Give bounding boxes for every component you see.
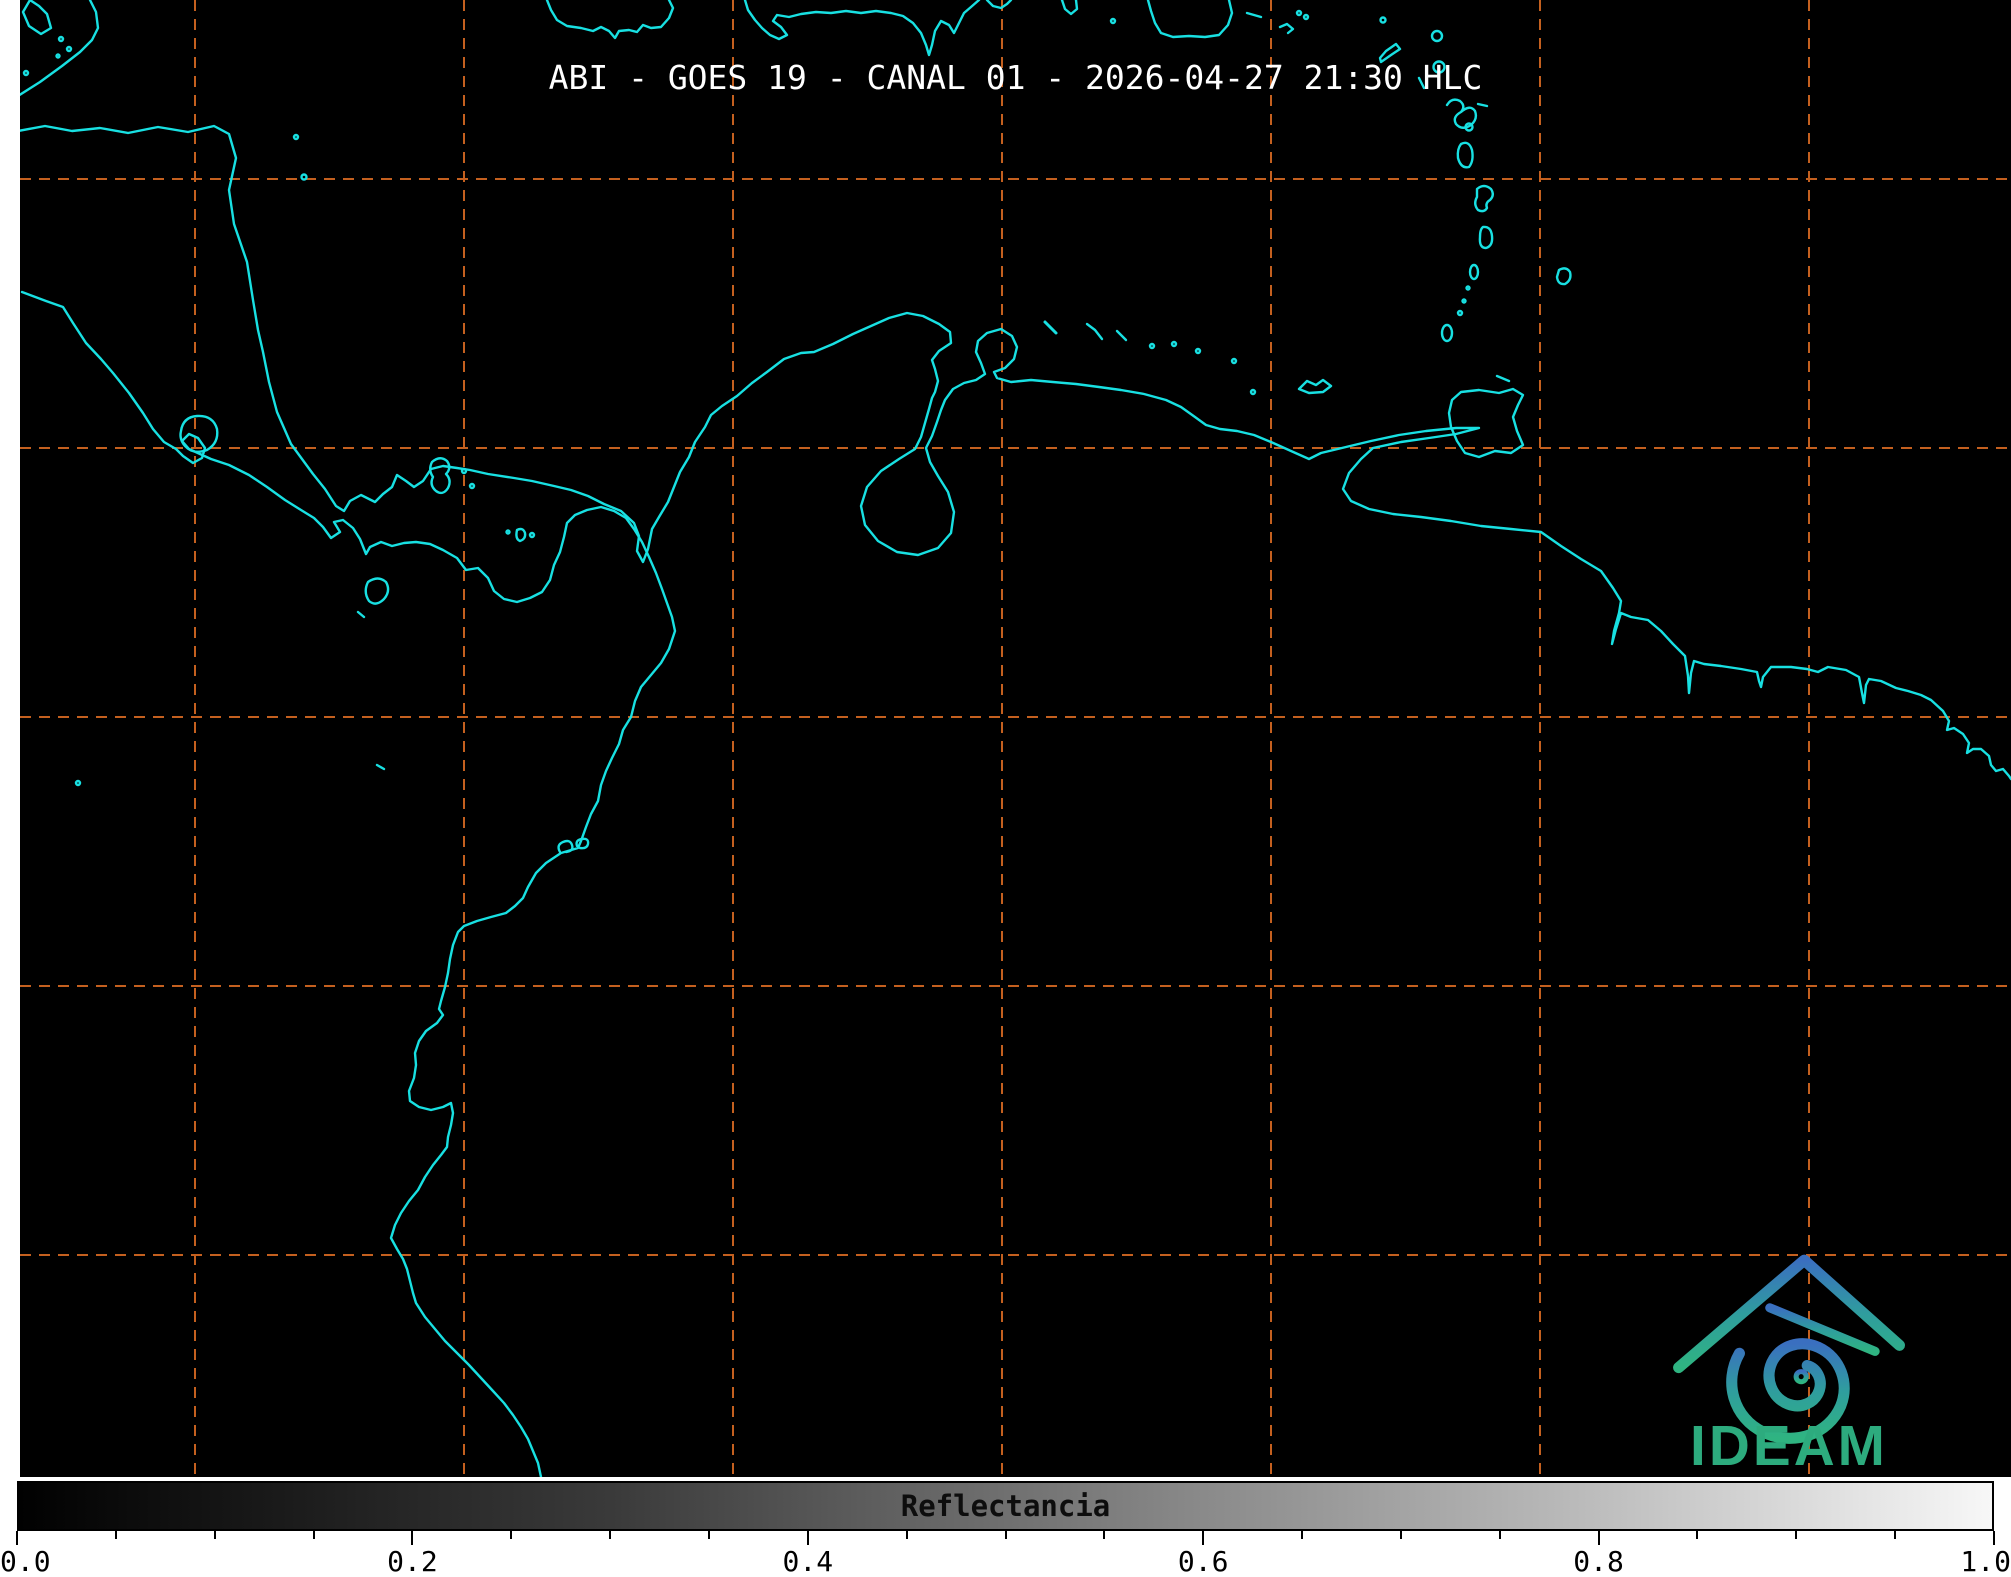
island-antigua (1432, 31, 1442, 41)
colorbar-minor-tick (1795, 1531, 1797, 1539)
map-canvas: ABI - GOES 19 - CANAL 01 - 2026-04-27 21… (20, 0, 2011, 1477)
ideam-logo: IDEAM (1658, 1244, 1916, 1477)
colorbar-minor-tick (1301, 1531, 1303, 1539)
island-barbados (1557, 268, 1570, 284)
colorbar-tick-label: 0.2 (387, 1545, 438, 1577)
island-puerto-rico (1062, 0, 1261, 37)
island-gorgona (377, 765, 384, 769)
colorbar-major-tick (807, 1531, 809, 1545)
colorbar-label: Reflectancia (19, 1483, 1992, 1529)
island-st-vincent (1470, 265, 1478, 279)
island-bonaire (1117, 331, 1126, 340)
island-grenada (1442, 325, 1452, 341)
island-curacao (1087, 324, 1102, 339)
island-aruba (1045, 322, 1056, 333)
logo-text: IDEAM (1690, 1415, 1888, 1477)
colorbar-major-tick (1202, 1531, 1204, 1545)
island-trinidad (1449, 389, 1523, 457)
coastline-pacific (22, 292, 675, 1477)
island-st-lucia (1480, 227, 1492, 248)
colorbar-minor-tick (1696, 1531, 1698, 1539)
colorbar-major-tick (411, 1531, 413, 1545)
colorbar-tick-label: 0.8 (1573, 1545, 1624, 1577)
island-margarita (1299, 380, 1331, 393)
colorbar-major-tick (16, 1531, 18, 1545)
island-malpelo (76, 781, 80, 785)
colorbar-minor-tick (1103, 1531, 1105, 1539)
island-coiba (358, 579, 388, 618)
colorbar-tick-label: 0.4 (783, 1545, 834, 1577)
colorbar-tick-label: 0.0 (0, 1545, 51, 1577)
island-martinique (1475, 186, 1493, 211)
colorbar-minor-tick (1400, 1531, 1402, 1539)
colorbar-minor-tick (1894, 1531, 1896, 1539)
island-hispaniola (745, 0, 1011, 55)
colorbar: Reflectancia (17, 1481, 1994, 1531)
colorbar-minor-tick (1499, 1531, 1501, 1539)
island-tobago (1497, 376, 1509, 381)
colorbar-minor-tick (708, 1531, 710, 1539)
colorbar-minor-tick (510, 1531, 512, 1539)
colorbar-major-tick (1598, 1531, 1600, 1545)
island-san-andres (302, 175, 307, 180)
lake-nicaragua (181, 416, 218, 452)
colorbar-tick-label: 0.6 (1178, 1545, 1229, 1577)
satellite-image-figure: ABI - GOES 19 - CANAL 01 - 2026-04-27 21… (0, 0, 2011, 1577)
colorbar-minor-tick (609, 1531, 611, 1539)
colorbar-minor-tick (313, 1531, 315, 1539)
islands-pearl (516, 529, 525, 541)
island-jamaica (547, 0, 673, 38)
map-title: ABI - GOES 19 - CANAL 01 - 2026-04-27 21… (20, 58, 2011, 97)
colorbar-tick-label: 1.0 (1960, 1545, 2011, 1577)
logo-eye-icon (1796, 1372, 1806, 1382)
islands-virgin (1280, 24, 1293, 33)
coastline-caribbean (20, 126, 2011, 779)
colorbar-minor-tick (1005, 1531, 1007, 1539)
lake-gatun (430, 458, 449, 493)
colorbar-minor-tick (214, 1531, 216, 1539)
island-providencia (294, 135, 298, 139)
island-mona (1111, 19, 1115, 23)
colorbar-minor-tick (115, 1531, 117, 1539)
colorbar-ticks: 0.0 0.2 0.4 0.6 0.8 1.0 (0, 1531, 2011, 1577)
colorbar-minor-tick (906, 1531, 908, 1539)
island-dominica (1458, 143, 1473, 167)
colorbar-major-tick (1993, 1531, 1995, 1545)
